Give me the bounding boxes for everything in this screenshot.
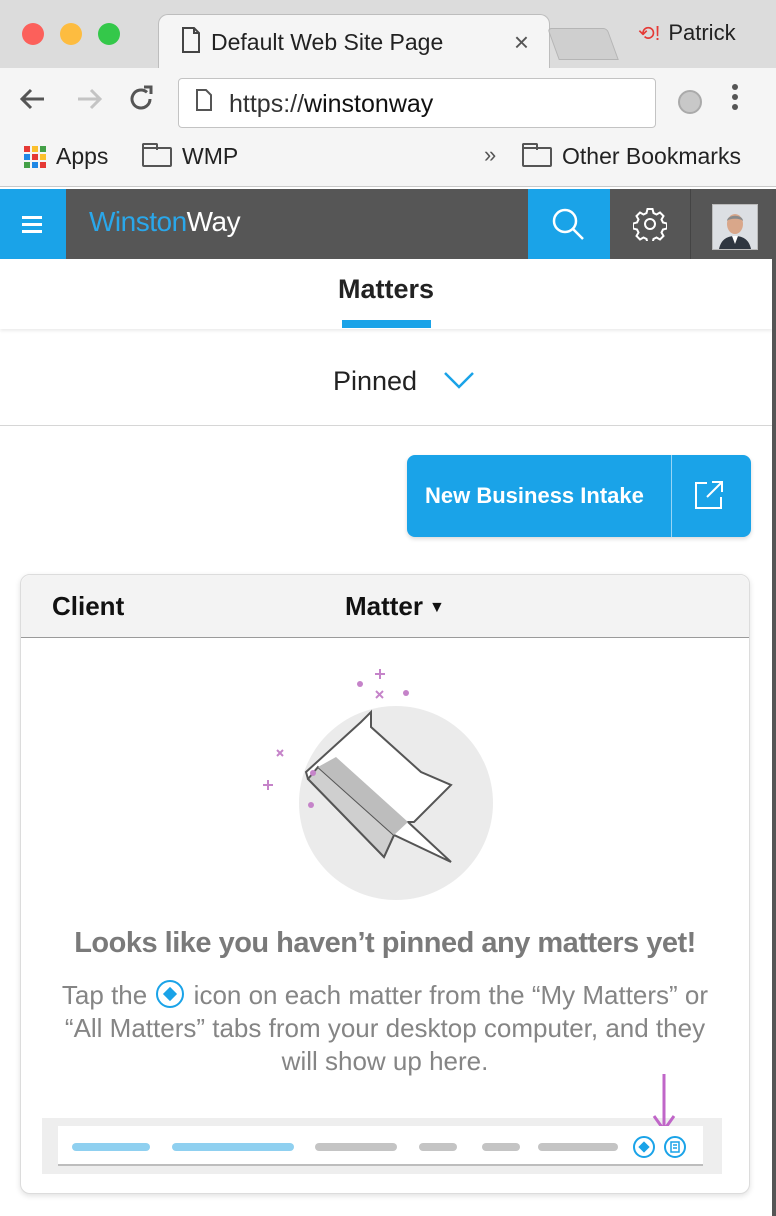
placeholder-bar [419, 1143, 457, 1151]
profile-name: Patrick [668, 20, 736, 45]
new-business-intake-button[interactable]: New Business Intake [407, 455, 751, 537]
folder-icon [522, 142, 552, 167]
minimize-window-button[interactable] [60, 23, 82, 45]
pin-location-illustration [42, 1074, 722, 1174]
maximize-window-button[interactable] [98, 23, 120, 45]
placeholder-bar [172, 1143, 294, 1151]
bookmark-apps[interactable]: Apps [24, 143, 108, 170]
pin-icon [633, 1136, 655, 1158]
placeholder-bar [315, 1143, 397, 1151]
bookmark-apps-label: Apps [56, 143, 109, 169]
section-tabs: Matters [0, 259, 772, 329]
tab-matters[interactable]: Matters [0, 274, 772, 305]
sample-matter-row [58, 1126, 703, 1166]
browser-toolbar: https://winstonway Apps WMP » Other Book… [0, 68, 776, 187]
profile-button[interactable]: ⟲! Patrick [638, 20, 736, 46]
menu-button[interactable] [0, 189, 66, 259]
reload-icon [130, 85, 153, 110]
placeholder-bar [72, 1143, 150, 1151]
filter-label: Pinned [333, 366, 418, 396]
brand-part-1: Winston [89, 206, 187, 237]
bookmarks-overflow-button[interactable]: » [484, 142, 496, 168]
empty-state-text-start: Tap the [61, 980, 155, 1010]
tab-close-button[interactable]: × [514, 27, 529, 58]
extension-icon[interactable] [678, 90, 702, 114]
new-business-intake-label: New Business Intake [425, 483, 644, 508]
column-header-client[interactable]: Client [52, 591, 124, 622]
brand-logo[interactable]: WinstonWay [89, 206, 241, 238]
empty-state-title: Looks like you haven’t pinned any matter… [74, 927, 696, 959]
search-icon [552, 208, 584, 240]
tab-title: Default Web Site Page [211, 29, 444, 55]
empty-state-description: Tap the icon on each matter from the “My… [61, 979, 709, 1078]
close-window-button[interactable] [22, 23, 44, 45]
page-info-icon [195, 89, 213, 118]
pin-icon [156, 980, 185, 1008]
external-link-icon [695, 481, 723, 509]
filter-dropdown[interactable]: Pinned [0, 340, 772, 426]
app-header: WinstonWay [0, 189, 776, 259]
pushpin-illustration [263, 669, 493, 900]
browser-tab-strip: Default Web Site Page × ⟲! Patrick [0, 0, 776, 71]
sync-error-icon: ⟲! [638, 23, 661, 45]
url-scheme: https:// [229, 90, 305, 118]
bookmark-wmp[interactable]: WMP [142, 142, 239, 170]
table-header: Client Matter ▼ [21, 575, 749, 638]
window-edge [772, 189, 776, 1216]
back-button[interactable] [18, 84, 48, 122]
url-text: https://winstonway [229, 90, 433, 119]
url-host: winstonway [304, 90, 434, 118]
page-icon [181, 27, 201, 60]
apps-grid-icon [24, 145, 46, 168]
search-button[interactable] [528, 189, 610, 259]
bookmark-other-label: Other Bookmarks [562, 143, 741, 169]
reload-button[interactable] [126, 84, 156, 122]
back-arrow-icon [19, 88, 44, 110]
settings-button[interactable] [610, 189, 691, 259]
sort-descending-icon: ▼ [429, 599, 445, 617]
matters-table-card: Client Matter ▼ Looks like you haven’t pi… [20, 574, 750, 1194]
gear-icon [633, 208, 667, 241]
browser-tab[interactable]: Default Web Site Page × [158, 14, 550, 71]
new-tab-button[interactable] [547, 28, 619, 60]
placeholder-bar [538, 1143, 618, 1151]
bookmark-other[interactable]: Other Bookmarks [522, 142, 741, 170]
active-tab-indicator [342, 320, 431, 328]
user-photo-icon [713, 205, 757, 249]
avatar [712, 204, 758, 250]
folder-icon [142, 142, 172, 167]
button-divider [671, 455, 672, 537]
column-header-matter[interactable]: Matter ▼ [345, 591, 445, 622]
brand-part-2: Way [186, 206, 241, 237]
forward-button[interactable] [74, 84, 104, 122]
address-bar[interactable]: https://winstonway [178, 78, 656, 128]
forward-arrow-icon [78, 88, 103, 110]
placeholder-bar [482, 1143, 520, 1151]
more-vertical-icon [732, 84, 738, 110]
column-header-matter-label: Matter [345, 591, 424, 621]
chevron-down-icon [444, 372, 474, 389]
bookmark-wmp-label: WMP [182, 143, 239, 169]
browser-menu-button[interactable] [730, 82, 740, 120]
document-icon [664, 1136, 686, 1158]
user-avatar-button[interactable] [691, 189, 776, 259]
